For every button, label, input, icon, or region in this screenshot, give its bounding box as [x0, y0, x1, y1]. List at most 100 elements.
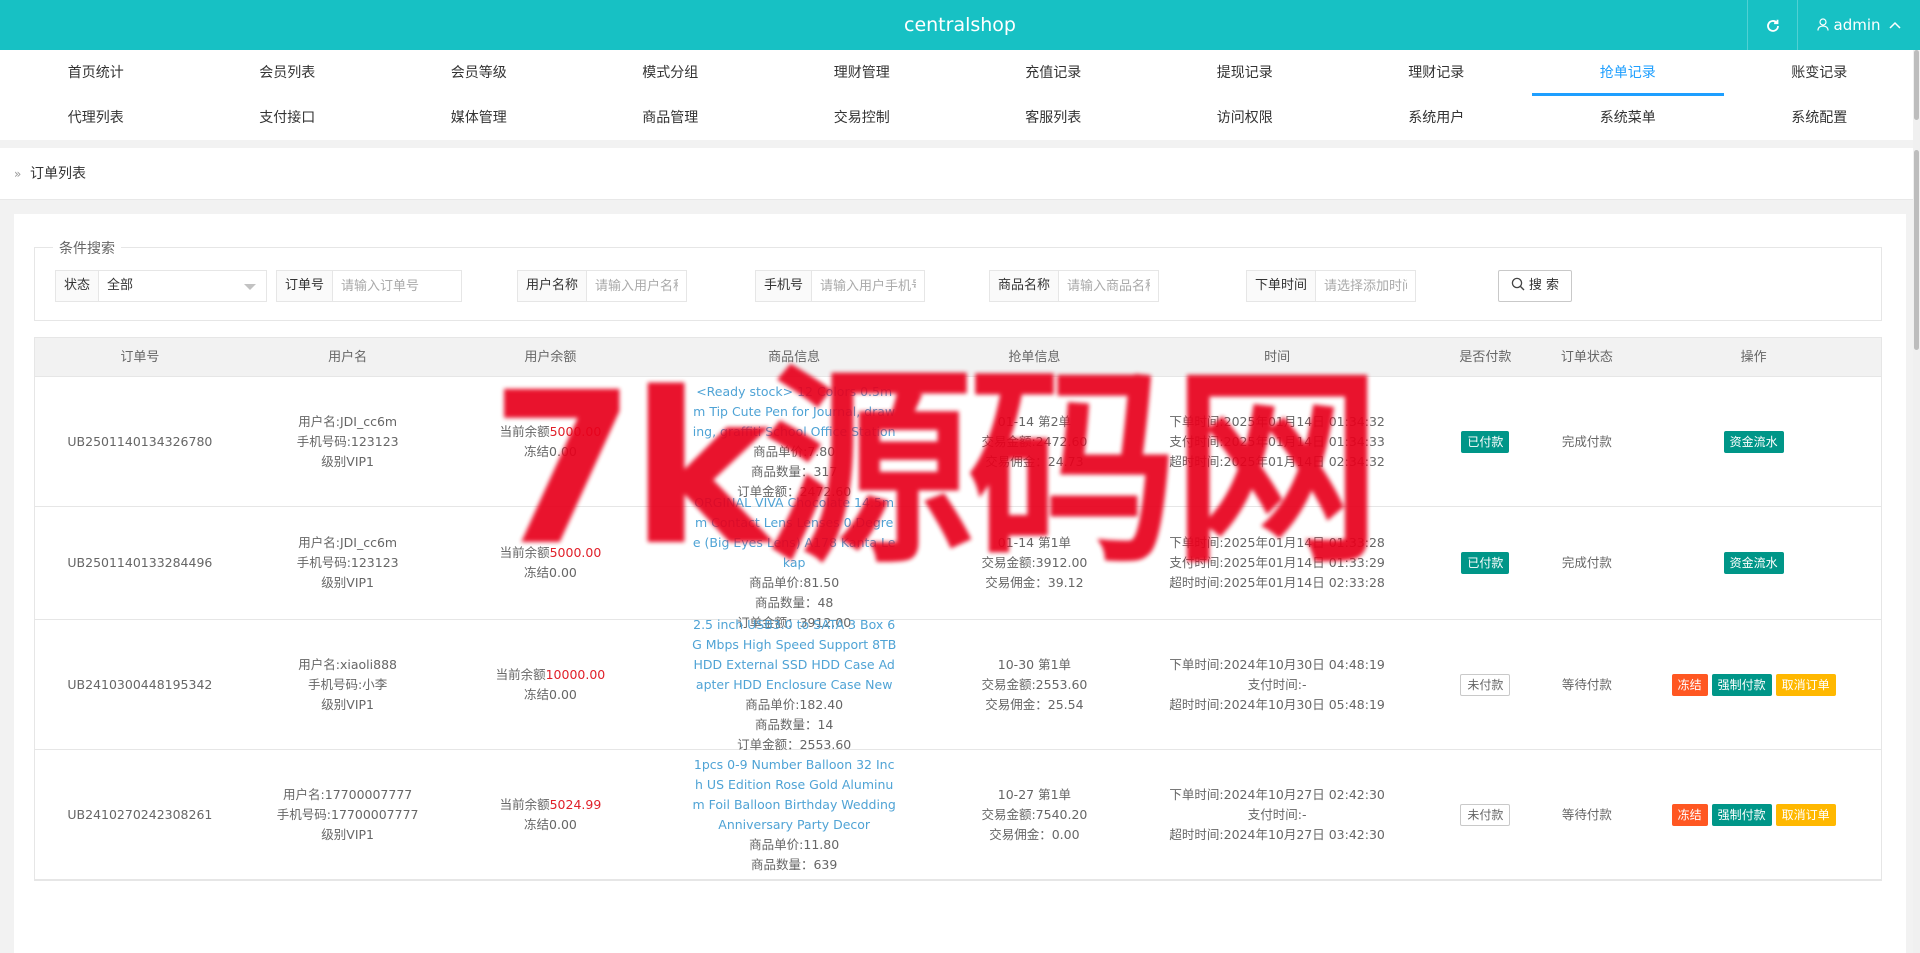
action-button-teal[interactable]: 强制付款: [1711, 673, 1772, 696]
time-line: 支付时间:2025年01月14日 01:33:29: [1169, 555, 1385, 570]
user-info-line: 用户名:17700007777: [283, 786, 413, 802]
col-status: 订单状态: [1560, 350, 1613, 365]
goods-detail-line: 商品单价:81.50: [749, 575, 840, 590]
user-cell: 用户名:17700007777 手机号码:17700007777 级别VIP1: [245, 785, 451, 845]
balance-line: 当前余额5024.99: [451, 795, 651, 815]
balance-cell: 当前余额5000.00 冻结0.00: [451, 543, 651, 583]
order-input[interactable]: [333, 271, 461, 301]
orders-table: 订单号 用户名 用户余额 商品信息 抢单信息 时间 是否付款 订单状态 操作 U…: [34, 337, 1882, 881]
nav-item-5[interactable]: 充值记录: [958, 50, 1150, 96]
actions-cell: 冻结 强制付款 取消订单: [1626, 803, 1881, 826]
time-line: 支付时间:-: [1247, 676, 1307, 692]
balance-value: 10000.00: [545, 666, 606, 682]
phone-input[interactable]: [812, 271, 924, 301]
nav-item-7[interactable]: 理财记录: [1341, 50, 1533, 96]
action-button-teal[interactable]: 强制付款: [1711, 803, 1772, 826]
page-scrollbar[interactable]: [1913, 50, 1920, 953]
time-line: 超时时间:2024年10月27日 03:42:30: [1169, 826, 1385, 842]
chevron-up-icon: [1885, 16, 1901, 34]
nav-item-4[interactable]: 理财管理: [766, 50, 958, 96]
goods-detail-line: 商品数量：14: [754, 716, 834, 732]
breadcrumb: » 订单列表: [0, 148, 1920, 200]
time-line: 下单时间:2024年10月30日 04:48:19: [1169, 656, 1385, 672]
grab-cell: 01-14 第2单 交易金额:2472.60 交易佣金：24.73: [938, 412, 1131, 472]
nav-item-1[interactable]: 会员列表: [192, 50, 384, 96]
nav-item-13[interactable]: 商品管理: [575, 96, 767, 140]
nav-item-8[interactable]: 抢单记录: [1532, 50, 1724, 96]
actions-cell: 资金流水: [1626, 430, 1881, 453]
col-goods: 商品信息: [768, 350, 821, 365]
main-nav: 首页统计 会员列表 会员等级 模式分组 理财管理 充值记录 提现记录 理财记录 抢单记录 账变记录…: [0, 50, 1920, 140]
order-no: UB2501140134326780: [67, 433, 213, 449]
col-grab: 抢单信息: [1008, 350, 1061, 365]
action-button-orange[interactable]: 冻结: [1671, 673, 1708, 696]
action-button-yellow[interactable]: 取消订单: [1775, 673, 1836, 696]
order-status: 完成付款: [1561, 433, 1612, 449]
status-value: 全部: [107, 278, 134, 293]
action-button-yellow[interactable]: 取消订单: [1775, 803, 1836, 826]
time-line: 下单时间:2025年01月14日 01:34:32: [1169, 413, 1385, 429]
goods-cell: 2.5 inch USB3.0 to SATA 3 Box 6G Mbps Hi…: [650, 615, 938, 755]
nav-item-15[interactable]: 客服列表: [958, 96, 1150, 140]
user-menu[interactable]: admin: [1797, 0, 1920, 50]
username-input[interactable]: [587, 271, 686, 301]
nav-item-11[interactable]: 支付接口: [192, 96, 384, 140]
user-info-line: 级别VIP1: [321, 575, 375, 590]
goods-name-link[interactable]: 1pcs 0-9 Number Balloon 32 Inch US Editi…: [692, 755, 897, 835]
col-order-no: 订单号: [120, 350, 160, 365]
col-username: 用户名: [328, 350, 368, 365]
order-label: 订单号: [277, 271, 334, 301]
nav-item-6[interactable]: 提现记录: [1149, 50, 1341, 96]
time-line: 超时时间:2025年01月14日 02:34:32: [1169, 453, 1385, 469]
order-no-cell: UB2501140133284496: [35, 553, 245, 573]
action-button-orange[interactable]: 冻结: [1671, 803, 1708, 826]
refresh-icon[interactable]: [1747, 0, 1797, 50]
order-no: UB2410270242308261: [67, 806, 213, 822]
user-info-line: 手机号码:小李: [308, 676, 388, 692]
time-line: 超时时间:2025年01月14日 02:33:28: [1169, 575, 1385, 590]
goods-detail-line: 商品数量：48: [754, 595, 834, 610]
paid-badge: 未付款: [1460, 803, 1511, 826]
status-select[interactable]: 全部: [99, 271, 266, 301]
goods-input[interactable]: [1059, 271, 1158, 301]
nav-item-17[interactable]: 系统用户: [1341, 96, 1533, 140]
search-button[interactable]: 搜 索: [1498, 270, 1572, 302]
scrollbar-thumb[interactable]: [1914, 50, 1919, 120]
nav-item-0[interactable]: 首页统计: [0, 50, 192, 96]
balance-prefix: 当前余额: [499, 545, 550, 560]
nav-item-12[interactable]: 媒体管理: [383, 96, 575, 140]
status-filter[interactable]: 状态 全部: [55, 270, 267, 302]
goods-cell: <Ready stock> 12 Colors 0.5mm Tip Cute P…: [650, 382, 938, 502]
time-cell: 下单时间:2025年01月14日 01:34:32 支付时间:2025年01月14…: [1131, 412, 1424, 472]
nav-item-3[interactable]: 模式分组: [575, 50, 767, 96]
username-label: 用户名称: [518, 271, 588, 301]
goods-detail-line: 商品数量：317: [750, 463, 838, 479]
balance-prefix: 当前余额: [499, 796, 550, 812]
balance-line: 当前余额5000.00: [451, 543, 651, 563]
action-button-teal[interactable]: 资金流水: [1723, 552, 1784, 574]
goods-cell: ORGINAL VIVA Chocolate 14.5mm Contact Le…: [650, 493, 938, 633]
nav-item-16[interactable]: 访问权限: [1149, 96, 1341, 140]
paid-cell: 未付款: [1424, 673, 1548, 696]
goods-name-link[interactable]: 2.5 inch USB3.0 to SATA 3 Box 6G Mbps Hi…: [692, 615, 897, 695]
time-input[interactable]: [1316, 271, 1415, 301]
goods-detail-line: 商品单价:182.40: [745, 696, 844, 712]
user-info-line: 手机号码:17700007777: [276, 806, 419, 822]
balance-value: 5000.00: [549, 545, 602, 560]
frozen-value: 冻结0.00: [524, 816, 577, 832]
nav-item-2[interactable]: 会员等级: [383, 50, 575, 96]
goods-name-link[interactable]: ORGINAL VIVA Chocolate 14.5mm Contact Le…: [692, 493, 897, 573]
nav-item-9[interactable]: 账变记录: [1724, 50, 1916, 96]
scrollbar-thumb-secondary[interactable]: [1914, 150, 1919, 350]
time-line: 下单时间:2024年10月27日 02:42:30: [1169, 786, 1385, 802]
nav-item-18[interactable]: 系统菜单: [1532, 96, 1724, 140]
balance-line: 当前余额10000.00: [451, 665, 651, 685]
nav-item-19[interactable]: 系统配置: [1724, 96, 1916, 140]
goods-name-link[interactable]: <Ready stock> 12 Colors 0.5mm Tip Cute P…: [692, 382, 897, 442]
username-filter: 用户名称: [517, 270, 687, 302]
action-button-teal[interactable]: 资金流水: [1723, 430, 1784, 453]
grab-info-line: 交易金额:2553.60: [981, 676, 1088, 692]
nav-item-14[interactable]: 交易控制: [766, 96, 958, 140]
user-info-line: 级别VIP1: [321, 696, 375, 712]
nav-item-10[interactable]: 代理列表: [0, 96, 192, 140]
